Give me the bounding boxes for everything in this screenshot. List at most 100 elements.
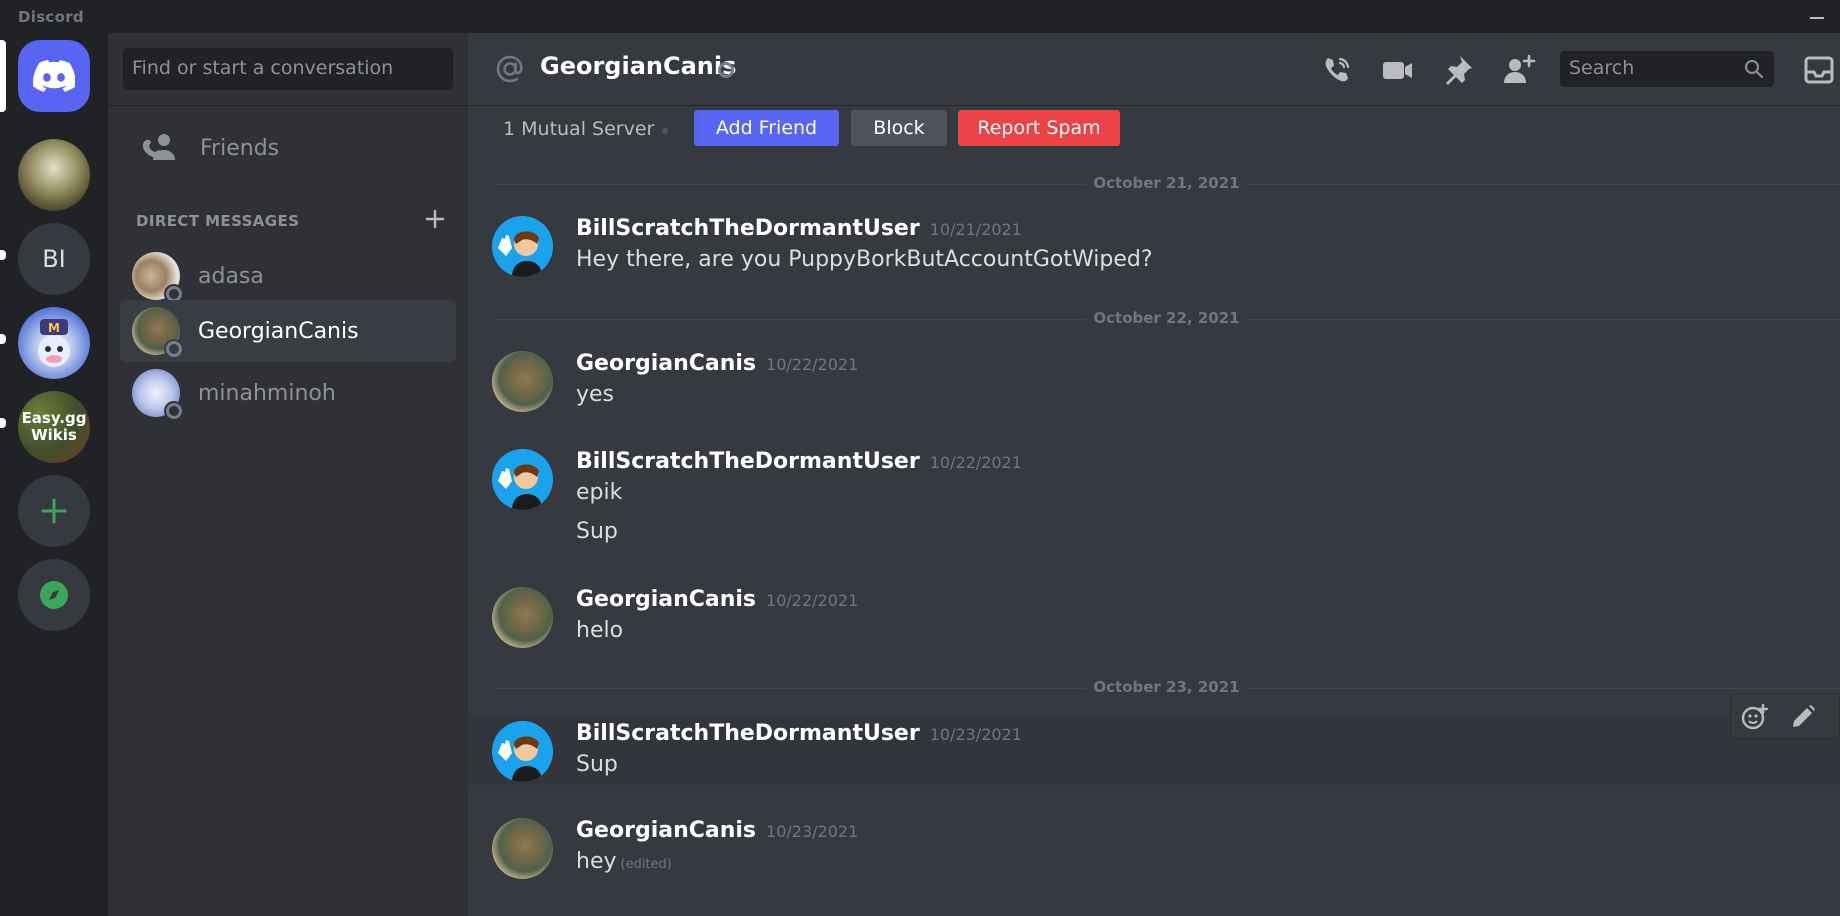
offline-status-icon [718,62,734,78]
message-timestamp: 10/22/2021 [929,453,1022,472]
avatar [492,721,553,782]
message-text: helo [576,618,624,643]
server-easy-gg-wikis[interactable]: Easy.gg Wikis [18,391,90,463]
date-divider: October 22, 2021 [493,309,1840,327]
dm-section-label: DIRECT MESSAGES [136,212,300,230]
message[interactable]: GeorgianCanis 10/22/2021 yes [468,351,1840,421]
server-hallway[interactable] [18,139,90,211]
home-selected-pill [0,40,6,112]
author-name[interactable]: BillScratchTheDormantUser [576,449,920,474]
message-timestamp: 10/21/2021 [929,220,1022,239]
message-text: epik [576,480,623,505]
title-bar: Discord [0,0,1840,33]
offline-status-icon [164,401,184,421]
message-author[interactable]: BillScratchTheDormantUser 10/21/2021 [576,216,1022,241]
inbox-icon[interactable] [1802,53,1836,87]
author-name[interactable]: GeorgianCanis [576,587,756,612]
dm-item-georgiancanis[interactable]: GeorgianCanis [120,300,456,362]
add-server-button[interactable] [18,475,90,547]
avatar [492,587,553,648]
unread-pill [0,418,6,428]
message-author[interactable]: GeorgianCanis 10/22/2021 [576,587,858,612]
svg-text:M: M [48,321,60,335]
message-actions-toolbar [1730,693,1840,739]
offline-status-icon [164,339,184,359]
avatar [492,351,553,412]
server-easy-label-1: Easy.gg [21,409,87,427]
explore-servers-button[interactable] [18,559,90,631]
pin-icon[interactable] [1441,53,1475,87]
add-reaction-icon[interactable] [1741,703,1769,731]
message-author[interactable]: GeorgianCanis 10/22/2021 [576,351,858,376]
avatar [492,216,553,277]
unread-pill [0,334,6,344]
add-friend-button[interactable]: Add Friend [694,110,839,146]
guild-rail: BI M Easy.gg Wikis [0,33,108,916]
mutual-servers-link[interactable]: 1 Mutual Server [503,118,654,140]
date-divider-label: October 22, 2021 [1085,309,1248,327]
message-timestamp: 10/22/2021 [766,591,859,610]
add-user-icon[interactable] [1502,53,1536,87]
separator-dot [662,128,668,134]
message-author[interactable]: GeorgianCanis 10/23/2021 [576,818,858,843]
report-spam-button[interactable]: Report Spam [958,110,1120,146]
avatar [132,307,184,359]
server-easy-label-2: Wikis [31,426,77,444]
message[interactable]: BillScratchTheDormantUser 10/23/2021 Sup [468,715,1840,785]
dm-sidebar: Find or start a conversation Friends DIR… [108,33,468,916]
author-name[interactable]: BillScratchTheDormantUser [576,216,920,241]
dm-item-minahminoh[interactable]: minahminoh [120,362,456,424]
unread-pill [0,250,6,260]
voice-call-icon[interactable] [1320,53,1354,87]
compass-icon [40,581,68,609]
app-brand: Discord [18,8,84,26]
plus-icon [41,498,67,524]
search-input[interactable]: Search [1560,51,1774,87]
block-button[interactable]: Block [851,110,947,146]
friends-label: Friends [200,135,280,161]
server-mascot[interactable]: M [18,307,90,379]
message-text: Sup [576,752,618,777]
dm-item-name: GeorgianCanis [198,318,359,344]
friends-icon [142,134,175,160]
search-placeholder: Search [1569,57,1635,79]
message-timestamp: 10/23/2021 [929,725,1022,744]
message-author[interactable]: BillScratchTheDormantUser 10/22/2021 [576,449,1022,474]
chat-title: GeorgianCanis [540,52,737,80]
author-name[interactable]: BillScratchTheDormantUser [576,721,920,746]
message[interactable]: GeorgianCanis 10/23/2021 hey (edited) [468,818,1840,888]
avatar [492,449,553,510]
dm-item-name: adasa [198,263,264,289]
find-conversation-button[interactable]: Find or start a conversation [123,48,453,90]
edit-pencil-icon[interactable] [1789,703,1817,731]
home-button[interactable] [18,40,90,112]
chat-panel: GeorgianCanis Search 1 Mutual Server Add… [468,33,1840,916]
mascot-avatar-icon: M [38,319,70,367]
message[interactable]: BillScratchTheDormantUser 10/22/2021 epik… [468,449,1840,559]
message-text: Hey there, are you PuppyBorkButAccountGo… [576,247,1153,272]
message-timestamp: 10/22/2021 [766,355,859,374]
at-sign-icon [496,55,523,83]
avatar [132,252,184,304]
dm-section-header: DIRECT MESSAGES [136,208,446,235]
message-body: hey [576,849,617,874]
search-icon [1745,60,1764,79]
create-dm-plus-icon[interactable] [424,208,446,230]
chat-header: GeorgianCanis Search [468,33,1840,106]
dm-item-name: minahminoh [198,380,336,406]
server-bi[interactable]: BI [18,223,90,295]
message[interactable]: GeorgianCanis 10/22/2021 helo [468,587,1840,657]
author-name[interactable]: GeorgianCanis [576,818,756,843]
video-call-icon[interactable] [1380,53,1414,87]
edited-tag: (edited) [620,857,672,872]
friends-nav-item[interactable]: Friends [120,119,456,177]
message-author[interactable]: BillScratchTheDormantUser 10/23/2021 [576,721,1022,746]
message[interactable]: BillScratchTheDormantUser 10/21/2021 Hey … [468,216,1840,286]
profile-action-bar: 1 Mutual Server Add Friend Block Report … [468,106,1840,156]
dm-item-adasa[interactable]: adasa [120,245,456,307]
date-divider: October 21, 2021 [493,174,1840,192]
message-timestamp: 10/23/2021 [766,822,859,841]
discord-logo-icon [33,60,75,92]
minimize-button[interactable] [1808,8,1826,24]
author-name[interactable]: GeorgianCanis [576,351,756,376]
